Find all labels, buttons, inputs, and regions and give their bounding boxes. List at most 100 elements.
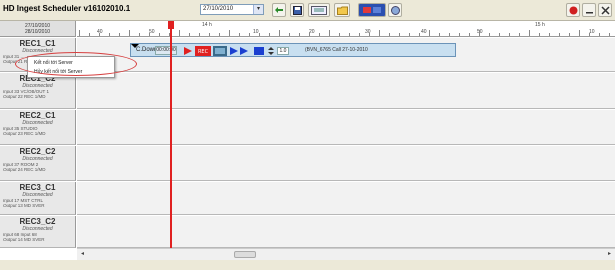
channel-row[interactable]: REC3_C1 Disconnected Input 17 MST CTRL O… bbox=[0, 182, 76, 215]
ruler-tick bbox=[419, 33, 420, 36]
monitor-preview-icon[interactable] bbox=[213, 46, 227, 56]
scroll-thumb[interactable] bbox=[234, 251, 256, 258]
channel-output: Output 13 MD SVER bbox=[3, 203, 45, 208]
ruler-tick bbox=[559, 33, 560, 36]
title-bar: HD Ingest Scheduler v16102010.1 27/10/20… bbox=[0, 0, 615, 21]
ruler-tick bbox=[149, 33, 150, 36]
ruler-label: 14 h bbox=[202, 22, 212, 28]
ruler-tick bbox=[449, 33, 450, 36]
scroll-left-icon[interactable]: ◂ bbox=[77, 249, 88, 260]
channel-name: REC1_C1 bbox=[19, 39, 56, 48]
ruler-tick bbox=[179, 30, 180, 36]
play-arrow-icon[interactable] bbox=[183, 46, 193, 56]
channel-view-icon bbox=[361, 5, 383, 15]
date-range-header: 27/10/2010 28/10/2010 bbox=[0, 21, 76, 37]
channel-output: Output 14 MD SVER bbox=[3, 237, 45, 242]
timeline-lane[interactable] bbox=[77, 146, 615, 181]
clip-duration-field[interactable]: 00:00:00 bbox=[155, 46, 177, 55]
ruler-tick bbox=[529, 30, 530, 36]
monitor-button[interactable] bbox=[308, 3, 330, 17]
scroll-right-icon[interactable]: ▸ bbox=[604, 249, 615, 260]
ruler-tick bbox=[539, 33, 540, 36]
refresh-button[interactable] bbox=[272, 3, 286, 17]
refresh-icon bbox=[275, 7, 283, 13]
globe-button[interactable] bbox=[388, 3, 402, 17]
channel-output: Output 23 REC 1/MD bbox=[3, 131, 46, 136]
ruler-tick bbox=[579, 30, 580, 36]
minimize-button[interactable] bbox=[582, 3, 596, 17]
ruler-label: 15 h bbox=[535, 22, 545, 28]
ruler-label: 10 bbox=[253, 29, 259, 35]
ruler-tick bbox=[499, 33, 500, 36]
ruler-tick bbox=[369, 33, 370, 36]
clip-count-field[interactable]: 1.0 bbox=[277, 47, 289, 55]
stop-icon[interactable] bbox=[253, 46, 265, 56]
minimize-icon bbox=[585, 11, 593, 13]
ruler-tick bbox=[199, 33, 200, 36]
ruler-tick bbox=[489, 33, 490, 36]
globe-icon bbox=[390, 5, 400, 15]
timeline-lane[interactable] bbox=[77, 73, 615, 109]
ruler-tick bbox=[139, 33, 140, 36]
horizontal-scrollbar[interactable]: ◂ ▸ bbox=[77, 248, 615, 260]
ruler-tick bbox=[269, 33, 270, 36]
ruler-tick bbox=[239, 33, 240, 36]
chevron-down-icon[interactable]: ▾ bbox=[253, 5, 263, 14]
ruler-tick bbox=[379, 30, 380, 36]
ruler-tick bbox=[189, 33, 190, 36]
spinner-icon[interactable] bbox=[267, 46, 275, 56]
channel-row[interactable]: REC2_C1 Disconnected Input 35 STUDIO Out… bbox=[0, 110, 76, 145]
ruler-tick bbox=[599, 33, 600, 36]
save-icon bbox=[292, 5, 302, 15]
channel-view-button[interactable] bbox=[358, 3, 386, 17]
svg-text:REC: REC bbox=[198, 49, 209, 55]
ruler-tick bbox=[389, 33, 390, 36]
ruler-tick bbox=[299, 33, 300, 36]
folder-button[interactable] bbox=[334, 3, 350, 17]
ruler-tick bbox=[209, 33, 210, 36]
app-title: HD Ingest Scheduler v16102010.1 bbox=[3, 4, 131, 13]
ruler-tick bbox=[439, 33, 440, 36]
ruler-tick bbox=[459, 33, 460, 36]
ruler-tick bbox=[249, 33, 250, 36]
ruler-tick bbox=[119, 33, 120, 36]
channel-name: REC2_C1 bbox=[19, 111, 56, 120]
date-select[interactable]: 27/10/2010 ▾ bbox=[200, 4, 264, 15]
ruler-tick bbox=[429, 30, 430, 36]
timeline-ruler[interactable]: 40 50 14 h 10 20 30 40 50 15 h 10 bbox=[77, 21, 615, 37]
ruler-tick bbox=[609, 33, 610, 36]
channel-name: REC3_C1 bbox=[19, 183, 56, 192]
ruler-tick bbox=[339, 33, 340, 36]
timeline-lane[interactable] bbox=[77, 110, 615, 145]
record-button[interactable] bbox=[566, 3, 580, 17]
ruler-tick bbox=[329, 30, 330, 36]
status-footer bbox=[0, 260, 615, 270]
channel-row[interactable]: REC2_C2 Disconnected Input 37 ROOM 2 Out… bbox=[0, 146, 76, 181]
ruler-tick bbox=[289, 33, 290, 36]
ruler-tick bbox=[109, 33, 110, 36]
timeline-lane[interactable] bbox=[77, 216, 615, 248]
channel-output: Output 22 REC 1/MD bbox=[3, 94, 46, 99]
forward-icon[interactable] bbox=[229, 46, 251, 56]
date-from: 27/10/2010 bbox=[24, 23, 51, 29]
save-button[interactable] bbox=[290, 3, 304, 17]
date-to: 28/10/2010 bbox=[24, 29, 51, 35]
ruler-tick bbox=[509, 33, 510, 36]
ruler-tick bbox=[279, 30, 280, 36]
ruler-tick bbox=[479, 30, 480, 36]
ruler-tick bbox=[229, 30, 230, 36]
ruler-tick bbox=[549, 33, 550, 36]
scheduled-clip[interactable]: C.Down 00:00:00 REC 1.0 (BVN_6765 Call 2… bbox=[130, 43, 456, 57]
ruler-tick bbox=[519, 33, 520, 36]
record-stop-icon[interactable]: REC bbox=[195, 46, 211, 56]
playhead-line[interactable] bbox=[170, 21, 172, 264]
channel-row[interactable]: REC3_C2 Disconnected Input 68 Input 68 O… bbox=[0, 216, 76, 248]
channel-row[interactable]: REC1_C2 Disconnected Input 33 VC/OB/OUT … bbox=[0, 73, 76, 109]
channel-name: REC3_C2 bbox=[19, 217, 56, 226]
ruler-label: 40 bbox=[421, 29, 427, 35]
ruler-tick bbox=[349, 33, 350, 36]
timeline-lane[interactable] bbox=[77, 182, 615, 215]
close-button[interactable] bbox=[598, 3, 612, 17]
channel-output: Output 24 REC 1/MD bbox=[3, 167, 46, 172]
ruler-tick bbox=[79, 30, 80, 36]
